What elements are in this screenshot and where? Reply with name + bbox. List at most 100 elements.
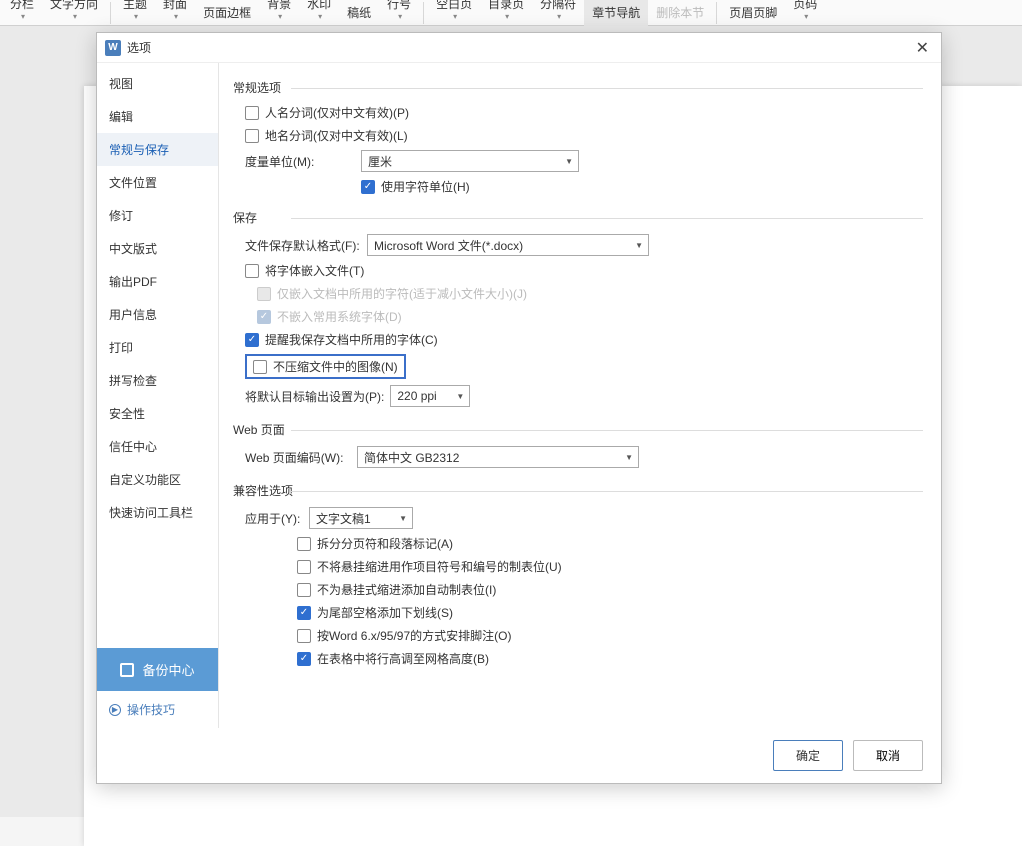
label-apply: 应用于(Y): bbox=[245, 510, 303, 527]
label-char-unit: 使用字符单位(H) bbox=[381, 178, 470, 195]
row-no-hang-bullet: 不将悬挂缩进用作项目符号和编号的制表位(U) bbox=[297, 558, 923, 575]
highlight-box: 不压缩文件中的图像(N) bbox=[245, 354, 406, 379]
row-no-system: 不嵌入常用系统字体(D) bbox=[257, 308, 923, 325]
dialog-title: 选项 bbox=[127, 39, 912, 56]
checkbox-no-system bbox=[257, 310, 271, 324]
sidebar-item[interactable]: 快速访问工具栏 bbox=[97, 496, 218, 529]
sidebar-item[interactable]: 文件位置 bbox=[97, 166, 218, 199]
sidebar-item[interactable]: 信任中心 bbox=[97, 430, 218, 463]
checkbox-no-hang-auto[interactable] bbox=[297, 583, 311, 597]
ribbon-item: 删除本节 bbox=[648, 0, 712, 26]
ribbon-toolbar: 分栏文字方向主题封面页面边框背景水印稿纸行号空白页目录页分隔符章节导航删除本节页… bbox=[0, 0, 1022, 26]
ribbon-item[interactable]: 封面 bbox=[155, 0, 195, 26]
checkbox-remind-fonts[interactable] bbox=[245, 333, 259, 347]
backup-center-button[interactable]: 备份中心 bbox=[97, 648, 218, 691]
row-word6: 按Word 6.x/95/97的方式安排脚注(O) bbox=[297, 627, 923, 644]
row-table-row: 在表格中将行高调至网格高度(B) bbox=[297, 650, 923, 667]
ribbon-item[interactable]: 行号 bbox=[379, 0, 419, 26]
checkbox-no-compress[interactable] bbox=[253, 360, 267, 374]
sidebar-item[interactable]: 安全性 bbox=[97, 397, 218, 430]
row-embed-only: 仅嵌入文档中所用的字符(适于减小文件大小)(J) bbox=[257, 285, 923, 302]
label-unit: 度量单位(M): bbox=[245, 153, 355, 170]
row-encoding: Web 页面编码(W): 简体中文 GB2312 bbox=[245, 446, 923, 468]
label-word6: 按Word 6.x/95/97的方式安排脚注(O) bbox=[317, 627, 512, 644]
checkbox-no-hang-bullet[interactable] bbox=[297, 560, 311, 574]
row-apply: 应用于(Y): 文字文稿1 bbox=[245, 507, 923, 529]
dialog-titlebar: W 选项 ✕ bbox=[97, 33, 941, 63]
dialog-footer: 确定 取消 bbox=[97, 728, 941, 783]
label-table-row: 在表格中将行高调至网格高度(B) bbox=[317, 650, 489, 667]
checkbox-trail-underline[interactable] bbox=[297, 606, 311, 620]
label-split-page: 拆分分页符和段落标记(A) bbox=[317, 535, 453, 552]
dialog-body: 视图编辑常规与保存文件位置修订中文版式输出PDF用户信息打印拼写检查安全性信任中… bbox=[97, 63, 941, 728]
label-trail-underline: 为尾部空格添加下划线(S) bbox=[317, 604, 453, 621]
sidebar-item[interactable]: 拼写检查 bbox=[97, 364, 218, 397]
ok-button[interactable]: 确定 bbox=[773, 740, 843, 771]
sidebar-item[interactable]: 常规与保存 bbox=[97, 133, 218, 166]
backup-icon bbox=[120, 663, 134, 677]
select-encoding[interactable]: 简体中文 GB2312 bbox=[357, 446, 639, 468]
ribbon-item[interactable]: 章节导航 bbox=[584, 0, 648, 26]
label-remind-fonts: 提醒我保存文档中所用的字体(C) bbox=[265, 331, 438, 348]
row-split-page: 拆分分页符和段落标记(A) bbox=[297, 535, 923, 552]
row-embed-fonts: 将字体嵌入文件(T) bbox=[245, 262, 923, 279]
label-no-compress: 不压缩文件中的图像(N) bbox=[273, 358, 398, 375]
checkbox-word6[interactable] bbox=[297, 629, 311, 643]
ribbon-item[interactable]: 文字方向 bbox=[42, 0, 106, 26]
sidebar-item[interactable]: 修订 bbox=[97, 199, 218, 232]
checkbox-person-name[interactable] bbox=[245, 106, 259, 120]
row-format: 文件保存默认格式(F): Microsoft Word 文件(*.docx) bbox=[245, 234, 923, 256]
options-dialog: W 选项 ✕ 视图编辑常规与保存文件位置修订中文版式输出PDF用户信息打印拼写检… bbox=[96, 32, 942, 784]
sidebar-item[interactable]: 用户信息 bbox=[97, 298, 218, 331]
label-no-system: 不嵌入常用系统字体(D) bbox=[277, 308, 402, 325]
select-unit[interactable]: 厘米 bbox=[361, 150, 579, 172]
row-trail-underline: 为尾部空格添加下划线(S) bbox=[297, 604, 923, 621]
tips-label: 操作技巧 bbox=[127, 701, 175, 718]
label-format: 文件保存默认格式(F): bbox=[245, 237, 361, 254]
tips-link[interactable]: ▶ 操作技巧 bbox=[97, 691, 218, 728]
row-no-compress: 不压缩文件中的图像(N) bbox=[245, 354, 923, 379]
ribbon-item[interactable]: 页面边框 bbox=[195, 0, 259, 26]
group-general-title: 常规选项 bbox=[233, 79, 923, 96]
group-compat-title: 兼容性选项 bbox=[233, 482, 923, 499]
sidebar-item[interactable]: 中文版式 bbox=[97, 232, 218, 265]
ribbon-item[interactable]: 空白页 bbox=[428, 0, 480, 26]
select-default-output[interactable]: 220 ppi bbox=[390, 385, 470, 407]
ribbon-item[interactable]: 目录页 bbox=[480, 0, 532, 26]
sidebar-item[interactable]: 自定义功能区 bbox=[97, 463, 218, 496]
checkbox-char-unit[interactable] bbox=[361, 180, 375, 194]
sidebar-item[interactable]: 打印 bbox=[97, 331, 218, 364]
sidebar-item[interactable]: 视图 bbox=[97, 67, 218, 100]
row-person-name: 人名分词(仅对中文有效)(P) bbox=[245, 104, 923, 121]
label-person-name: 人名分词(仅对中文有效)(P) bbox=[265, 104, 409, 121]
group-web-title: Web 页面 bbox=[233, 421, 923, 438]
select-format[interactable]: Microsoft Word 文件(*.docx) bbox=[367, 234, 649, 256]
ribbon-item[interactable]: 背景 bbox=[259, 0, 299, 26]
sidebar-item[interactable]: 编辑 bbox=[97, 100, 218, 133]
ribbon-item[interactable]: 页码 bbox=[785, 0, 825, 26]
dialog-content: 常规选项 人名分词(仅对中文有效)(P) 地名分词(仅对中文有效)(L) 度量单… bbox=[219, 63, 941, 728]
backup-label: 备份中心 bbox=[142, 660, 194, 679]
row-unit: 度量单位(M): 厘米 bbox=[245, 150, 923, 172]
checkbox-split-page[interactable] bbox=[297, 537, 311, 551]
ribbon-item[interactable]: 分栏 bbox=[2, 0, 42, 26]
select-apply[interactable]: 文字文稿1 bbox=[309, 507, 413, 529]
ribbon-item[interactable]: 分隔符 bbox=[532, 0, 584, 26]
label-no-hang-bullet: 不将悬挂缩进用作项目符号和编号的制表位(U) bbox=[317, 558, 562, 575]
checkbox-place-name[interactable] bbox=[245, 129, 259, 143]
sidebar-item[interactable]: 输出PDF bbox=[97, 265, 218, 298]
close-icon[interactable]: ✕ bbox=[912, 38, 933, 58]
tips-icon: ▶ bbox=[109, 704, 121, 716]
label-encoding: Web 页面编码(W): bbox=[245, 449, 351, 466]
label-place-name: 地名分词(仅对中文有效)(L) bbox=[265, 127, 408, 144]
row-no-hang-auto: 不为悬挂式缩进添加自动制表位(I) bbox=[297, 581, 923, 598]
checkbox-table-row[interactable] bbox=[297, 652, 311, 666]
cancel-button[interactable]: 取消 bbox=[853, 740, 923, 771]
ribbon-item[interactable]: 水印 bbox=[299, 0, 339, 26]
checkbox-embed-fonts[interactable] bbox=[245, 264, 259, 278]
ribbon-item[interactable]: 页眉页脚 bbox=[721, 0, 785, 26]
checkbox-embed-only bbox=[257, 287, 271, 301]
ribbon-item[interactable]: 稿纸 bbox=[339, 0, 379, 26]
label-embed-only: 仅嵌入文档中所用的字符(适于减小文件大小)(J) bbox=[277, 285, 527, 302]
ribbon-item[interactable]: 主题 bbox=[115, 0, 155, 26]
